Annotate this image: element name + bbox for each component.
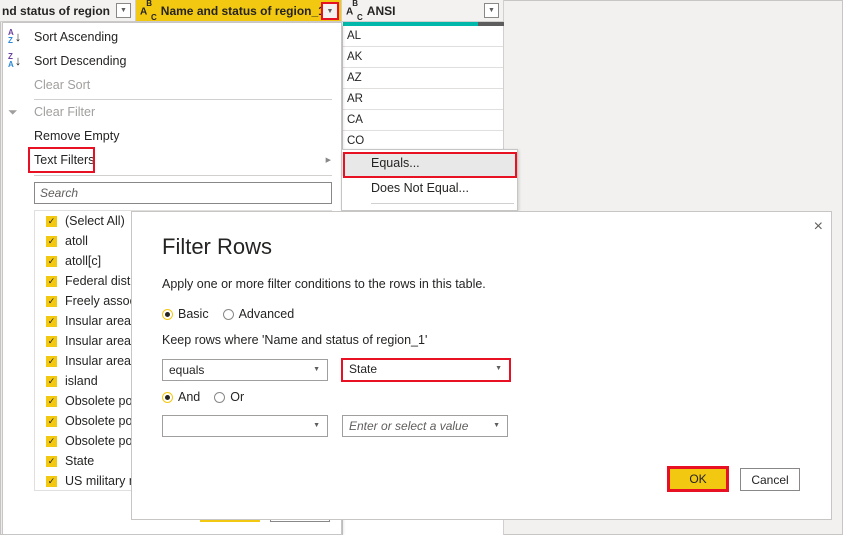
radio-or[interactable]: Or	[214, 390, 244, 404]
menu-item-label: Sort Descending	[34, 54, 127, 68]
column-header-ansi[interactable]: ABC ANSI ▼	[342, 0, 504, 22]
checkbox[interactable]: ✓	[46, 395, 57, 407]
clear-filter-icon: ⏷	[8, 105, 18, 119]
table-cell[interactable]: AL	[343, 26, 503, 47]
checkbox[interactable]: ✓	[46, 275, 57, 287]
checklist-item-label: Insular area (	[65, 334, 139, 348]
text-type-icon[interactable]: ABC	[140, 0, 157, 22]
checkbox[interactable]: ✓	[46, 215, 57, 227]
checklist-item-label: atoll	[65, 234, 88, 248]
filter-mode-radio-group: Basic Advanced	[162, 307, 308, 321]
chevron-down-icon: ▼	[493, 422, 500, 429]
checkbox[interactable]: ✓	[46, 235, 57, 247]
checkbox[interactable]: ✓	[46, 255, 57, 267]
checklist-item-label: Insular area (	[65, 314, 139, 328]
checkbox[interactable]: ✓	[46, 355, 57, 367]
radio-label: Basic	[178, 307, 209, 321]
checklist-item-label: (Select All)	[65, 214, 125, 228]
search-input[interactable]: Search	[34, 182, 332, 204]
menu-separator	[34, 175, 332, 176]
menu-item-clear-sort: Clear Sort	[3, 74, 339, 96]
column-filter-dropdown-button[interactable]: ▼	[484, 3, 499, 18]
checklist-item-label: atoll[c]	[65, 254, 102, 268]
menu-item-sort-descending[interactable]: Z A ↓ Sort Descending	[3, 50, 339, 72]
column-filter-dropdown-button[interactable]: ▼	[321, 2, 339, 20]
menu-separator	[371, 203, 514, 204]
condition2-value-select[interactable]: Enter or select a value ▼	[342, 415, 508, 437]
checkbox[interactable]: ✓	[46, 295, 57, 307]
menu-item-clear-filter: ⏷ Clear Filter	[3, 101, 339, 123]
text-filters-submenu: Equals... Does Not Equal...	[341, 149, 518, 211]
menu-item-label: Remove Empty	[34, 129, 120, 143]
checklist-item-label: Insular areas	[65, 354, 138, 368]
checkbox[interactable]: ✓	[46, 475, 57, 487]
ok-button[interactable]: OK	[667, 466, 729, 492]
radio-and[interactable]: And	[162, 390, 200, 404]
column-header-name-and-status-of-region[interactable]: nd status of region ▼	[0, 0, 136, 22]
text-type-icon[interactable]: ABC	[346, 0, 363, 22]
menu-item-remove-empty[interactable]: Remove Empty	[3, 125, 339, 147]
sort-descending-icon: Z A ↓	[8, 52, 22, 69]
radio-button-advanced[interactable]	[222, 308, 234, 320]
close-icon[interactable]: ×	[814, 218, 823, 236]
cancel-button[interactable]: Cancel	[740, 468, 800, 491]
submenu-arrow-icon: ▶	[325, 157, 331, 164]
chevron-down-icon: ▼	[313, 422, 320, 429]
table-cell[interactable]: AK	[343, 47, 503, 68]
table-cell[interactable]: AZ	[343, 68, 503, 89]
dialog-title: Filter Rows	[162, 234, 273, 259]
sort-ascending-icon: A Z ↓	[8, 28, 22, 45]
highlight-box	[343, 152, 517, 178]
column-filter-dropdown-button[interactable]: ▼	[116, 3, 131, 18]
checkbox[interactable]: ✓	[46, 335, 57, 347]
chevron-down-icon: ▼	[495, 365, 502, 372]
table-cell[interactable]: CA	[343, 110, 503, 131]
radio-button-or[interactable]	[214, 391, 226, 403]
menu-item-label: Clear Sort	[34, 78, 91, 92]
radio-advanced[interactable]: Advanced	[222, 307, 295, 321]
radio-label: Or	[230, 390, 245, 404]
dialog-description: Apply one or more filter conditions to t…	[162, 277, 486, 291]
menu-item-sort-ascending[interactable]: A Z ↓ Sort Ascending	[3, 26, 339, 48]
submenu-item-does-not-equal[interactable]: Does Not Equal...	[342, 177, 517, 201]
checklist-item-label: island	[65, 374, 98, 388]
condition1-operator-select[interactable]: equals ▼	[162, 359, 328, 381]
table-cell[interactable]: AR	[343, 89, 503, 110]
radio-label: Advanced	[238, 307, 295, 321]
checkbox[interactable]: ✓	[46, 435, 57, 447]
select-placeholder: Enter or select a value	[349, 419, 469, 433]
checkbox[interactable]: ✓	[46, 315, 57, 327]
logic-radio-group: And Or	[162, 390, 258, 404]
checklist-item-label: State	[65, 454, 95, 468]
checkbox[interactable]: ✓	[46, 455, 57, 467]
radio-basic[interactable]: Basic	[162, 307, 209, 321]
column-header-label: ANSI	[366, 3, 396, 18]
filter-rows-dialog: × Filter Rows Apply one or more filter c…	[131, 211, 832, 520]
keep-rows-label: Keep rows where 'Name and status of regi…	[162, 333, 428, 347]
highlight-box	[28, 147, 95, 173]
radio-button-and[interactable]	[162, 391, 173, 403]
radio-button-basic[interactable]	[162, 308, 173, 320]
condition2-operator-select[interactable]: ▼	[162, 415, 328, 437]
column-header-label: Name and status of region_1	[160, 3, 325, 18]
checkbox[interactable]: ✓	[46, 415, 57, 427]
menu-separator	[34, 99, 332, 100]
menu-item-label: Clear Filter	[34, 105, 96, 119]
checkbox[interactable]: ✓	[46, 375, 57, 387]
column-header-label: nd status of region	[2, 3, 110, 18]
condition1-value-select[interactable]: State ▼	[341, 358, 511, 382]
select-value: equals	[169, 363, 205, 377]
select-value: State	[349, 362, 378, 376]
column-header-name-and-status-of-region-1[interactable]: ABC Name and status of region_1 ▼	[136, 0, 342, 22]
radio-label: And	[178, 390, 201, 404]
menu-item-label: Sort Ascending	[34, 30, 119, 44]
chevron-down-icon: ▼	[313, 366, 320, 373]
